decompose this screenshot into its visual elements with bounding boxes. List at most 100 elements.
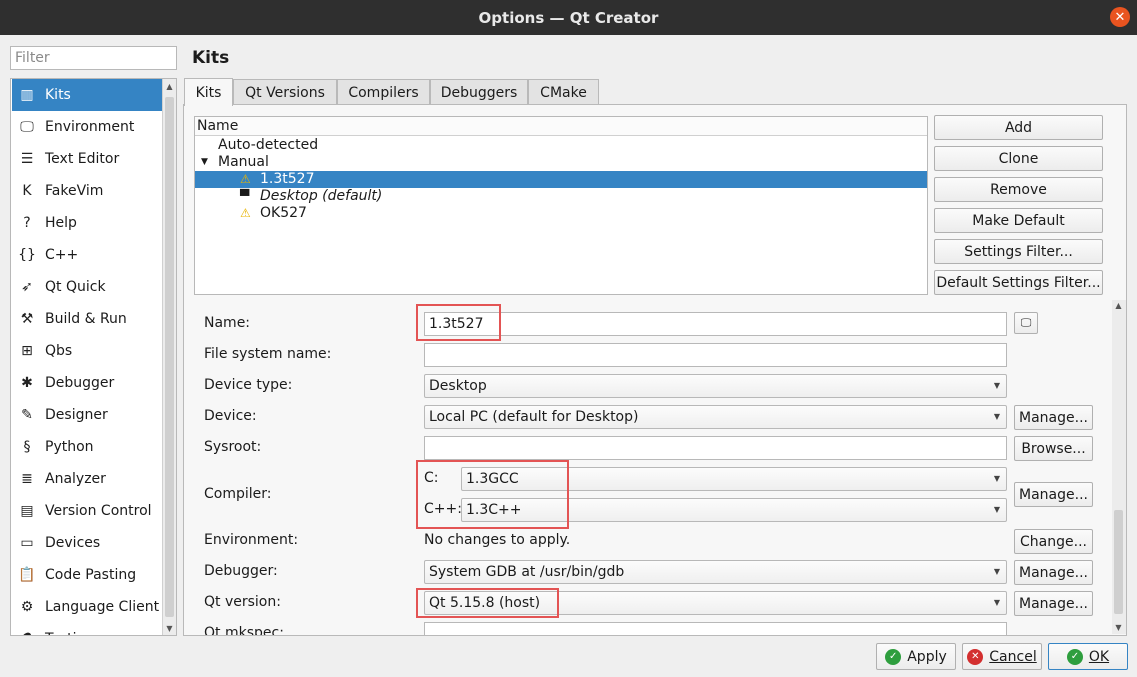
sysroot-label: Sysroot:	[204, 439, 262, 455]
tab-compilers[interactable]: Compilers	[337, 79, 430, 105]
kit-icon-button[interactable]: 🖵	[1014, 312, 1038, 334]
version-control-icon: ▤	[20, 503, 34, 519]
scroll-up-arrow-icon[interactable]: ▲	[1112, 298, 1125, 312]
category-scroll-thumb[interactable]	[165, 97, 174, 617]
form-scroll-thumb[interactable]	[1114, 510, 1123, 614]
sidebar-item-fakevim[interactable]: K FakeVim	[12, 175, 162, 207]
sidebar-item-designer[interactable]: ✎ Designer	[12, 399, 162, 431]
tab-debuggers[interactable]: Debuggers	[430, 79, 528, 105]
apply-label: Apply	[907, 648, 947, 665]
sidebar-item-testing[interactable]: ⚗ Testing	[12, 623, 162, 635]
sidebar-item-debugger[interactable]: ✱ Debugger	[12, 367, 162, 399]
scroll-down-arrow-icon[interactable]: ▼	[1112, 620, 1125, 634]
sidebar-item-label: Environment	[45, 119, 135, 135]
device-type-select[interactable]: Desktop ▼	[424, 374, 1007, 398]
tree-row-desktop-default[interactable]: ▀ Desktop (default)	[195, 188, 927, 205]
tab-cmake[interactable]: CMake	[528, 79, 599, 105]
filter-input[interactable]	[10, 46, 177, 70]
kit-tree[interactable]: Name Auto-detected ▼ Manual ⚠ 1.3t527 ▀ …	[194, 116, 928, 295]
sidebar-item-qt-quick[interactable]: ➶ Qt Quick	[12, 271, 162, 303]
category-scrollbar[interactable]: ▲ ▼	[162, 79, 176, 635]
ok-button[interactable]: ✓ OK	[1048, 643, 1128, 670]
help-icon: ?	[23, 215, 31, 231]
page-title: Kits	[192, 48, 230, 68]
tab-kits[interactable]: Kits	[184, 78, 233, 106]
tree-row-kit-1-3t527[interactable]: ⚠ 1.3t527	[195, 171, 927, 188]
window-title: Options — Qt Creator	[478, 8, 659, 27]
expand-arrow-icon[interactable]: ▼	[201, 154, 208, 171]
tree-row-manual[interactable]: ▼ Manual	[195, 154, 927, 171]
clone-button[interactable]: Clone	[934, 146, 1103, 171]
sidebar-item-language-client[interactable]: ⚙ Language Client	[12, 591, 162, 623]
tab-qt-versions[interactable]: Qt Versions	[233, 79, 337, 105]
device-manage-button[interactable]: Manage...	[1014, 405, 1093, 430]
sidebar-item-environment[interactable]: 🖵 Environment	[12, 111, 162, 143]
environment-label: Environment:	[204, 532, 299, 548]
add-button[interactable]: Add	[934, 115, 1103, 140]
device-select[interactable]: Local PC (default for Desktop) ▼	[424, 405, 1007, 429]
tree-row-ok527[interactable]: ⚠ OK527	[195, 205, 927, 222]
close-icon[interactable]: ✕	[1110, 7, 1130, 27]
compiler-cpp-label: C++:	[424, 501, 462, 517]
compiler-manage-button[interactable]: Manage...	[1014, 482, 1093, 507]
sidebar-item-label: Analyzer	[45, 471, 106, 487]
warning-icon: ⚠	[240, 206, 251, 220]
testing-icon: ⚗	[18, 630, 36, 635]
checkmark-icon: ✓	[1066, 648, 1083, 665]
qt-mkspec-field[interactable]	[424, 622, 1007, 635]
device-type-value: Desktop	[429, 378, 487, 394]
chevron-down-icon: ▼	[993, 381, 1000, 390]
sidebar-item-label: Devices	[45, 535, 101, 551]
sysroot-browse-button[interactable]: Browse...	[1014, 436, 1093, 461]
sidebar-item-help[interactable]: ? Help	[12, 207, 162, 239]
settings-filter-button[interactable]: Settings Filter...	[934, 239, 1103, 264]
sidebar-item-c[interactable]: {} C++	[12, 239, 162, 271]
cancel-button[interactable]: ✕ Cancel	[962, 643, 1042, 670]
remove-button[interactable]: Remove	[934, 177, 1103, 202]
sidebar-item-analyzer[interactable]: ≣ Analyzer	[12, 463, 162, 495]
warning-icon: ⚠	[240, 172, 251, 186]
sidebar-item-label: Qbs	[45, 343, 73, 359]
sidebar-item-label: Help	[45, 215, 77, 231]
qt-version-select[interactable]: Qt 5.15.8 (host) ▼	[424, 591, 1007, 615]
window-titlebar: Options — Qt Creator ✕	[0, 0, 1137, 35]
apply-button[interactable]: ✓ Apply	[876, 643, 956, 670]
debugger-select[interactable]: System GDB at /usr/bin/gdb ▼	[424, 560, 1007, 584]
sidebar-item-kits[interactable]: ▥ Kits	[12, 79, 162, 111]
c-compiler-select[interactable]: 1.3GCC ▼	[461, 467, 1007, 491]
tree-header-name[interactable]: Name	[195, 117, 927, 136]
environment-change-button[interactable]: Change...	[1014, 529, 1093, 554]
cpp-compiler-select[interactable]: 1.3C++ ▼	[461, 498, 1007, 522]
sidebar-item-python[interactable]: § Python	[12, 431, 162, 463]
sidebar-item-label: Testing	[45, 631, 94, 635]
bug-icon: ✱	[21, 375, 33, 391]
tree-row-auto-detected[interactable]: Auto-detected	[195, 137, 927, 154]
default-settings-filter-button[interactable]: Default Settings Filter...	[934, 270, 1103, 295]
sidebar-item-label: Text Editor	[45, 151, 120, 167]
sidebar-item-text-editor[interactable]: ☰ Text Editor	[12, 143, 162, 175]
form-scrollbar[interactable]: ▲ ▼	[1112, 300, 1126, 634]
sidebar-item-devices[interactable]: ▭ Devices	[12, 527, 162, 559]
sidebar-item-label: FakeVim	[45, 183, 104, 199]
sidebar-item-qbs[interactable]: ⊞ Qbs	[12, 335, 162, 367]
sidebar-item-version-control[interactable]: ▤ Version Control	[12, 495, 162, 527]
qt-version-manage-button[interactable]: Manage...	[1014, 591, 1093, 616]
cpp-braces-icon: {}	[18, 247, 36, 263]
kit-name-field[interactable]: 1.3t527	[424, 312, 1007, 336]
sidebar-item-code-pasting[interactable]: 📋 Code Pasting	[12, 559, 162, 591]
scroll-down-arrow-icon[interactable]: ▼	[163, 621, 176, 635]
cpp-compiler-value: 1.3C++	[466, 502, 522, 518]
analyzer-icon: ≣	[21, 471, 33, 487]
qbs-icon: ⊞	[21, 343, 33, 359]
qt-quick-icon: ➶	[21, 279, 33, 295]
sysroot-field[interactable]	[424, 436, 1007, 460]
qt-version-label: Qt version:	[204, 594, 281, 610]
python-icon: §	[23, 439, 31, 455]
sidebar-item-build-run[interactable]: ⚒ Build & Run	[12, 303, 162, 335]
debugger-manage-button[interactable]: Manage...	[1014, 560, 1093, 585]
sidebar-item-label: Debugger	[45, 375, 115, 391]
compiler-c-label: C:	[424, 470, 439, 486]
scroll-up-arrow-icon[interactable]: ▲	[163, 79, 176, 93]
make-default-button[interactable]: Make Default	[934, 208, 1103, 233]
file-system-name-field[interactable]	[424, 343, 1007, 367]
